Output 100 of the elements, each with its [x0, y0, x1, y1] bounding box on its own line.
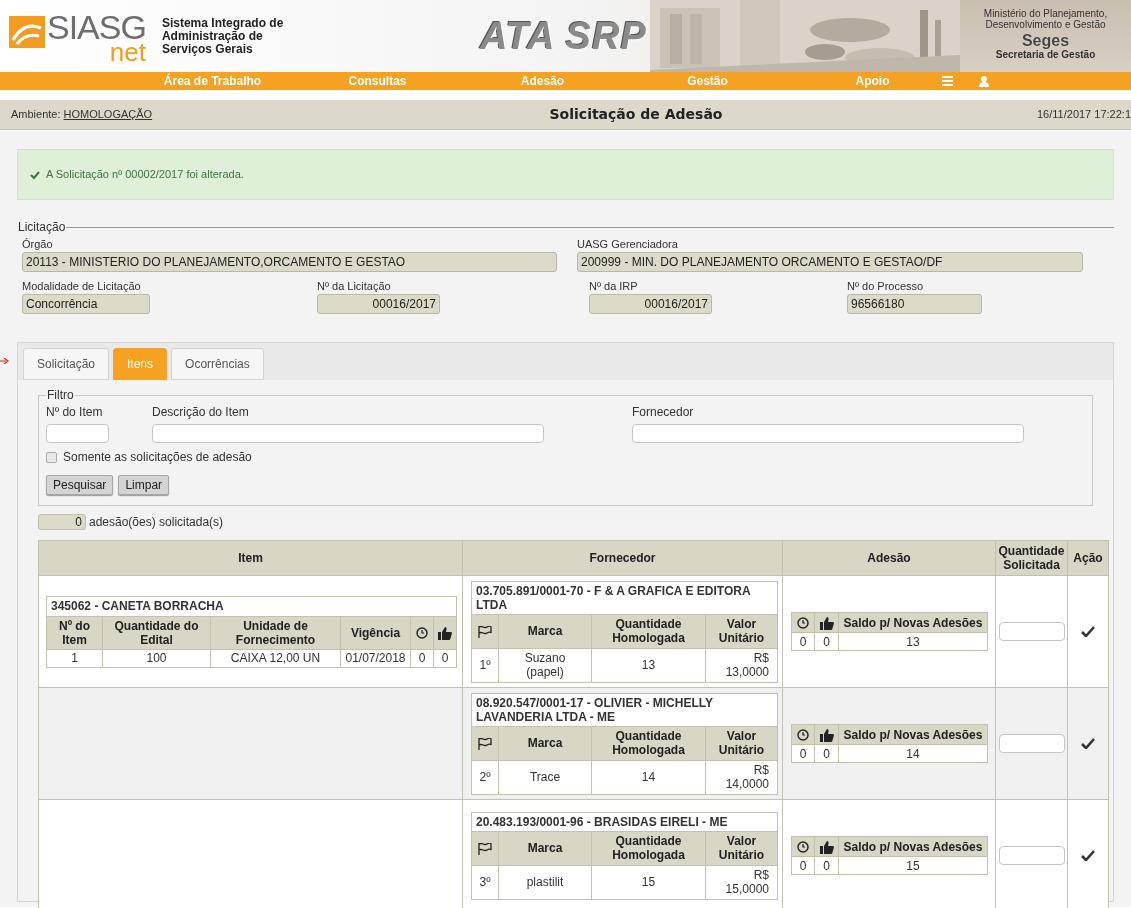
- user-icon[interactable]: [979, 75, 989, 87]
- column-header: Vigência: [340, 616, 411, 649]
- arrow-icon: [0, 358, 9, 364]
- column-header: Quantidade Solicitada: [995, 540, 1068, 576]
- tab[interactable]: Itens: [113, 348, 168, 380]
- column-header: Quantidade do Edital: [102, 616, 211, 649]
- column-header: Marca: [498, 831, 592, 865]
- table-cell: 100: [102, 649, 211, 667]
- system-name: Serviços Gerais: [161, 42, 254, 56]
- table-cell: 13: [591, 648, 706, 682]
- nav-link[interactable]: Apoio: [790, 72, 955, 90]
- quantity-field[interactable]: [999, 734, 1065, 753]
- field-label: Nº da Licitação: [317, 279, 392, 294]
- readonly-field: 00016/2017: [317, 294, 440, 314]
- check-icon: [30, 170, 40, 179]
- column-header: Valor Unitário: [705, 614, 778, 648]
- column-header: Fornecedor: [462, 540, 783, 576]
- filter-button[interactable]: Pesquisar: [46, 475, 114, 495]
- menu-icon[interactable]: [942, 76, 953, 86]
- ministry-name: Ministério do Planejamento,: [983, 8, 1108, 19]
- table-cell: R$ 13,0000: [705, 648, 778, 682]
- environment-link[interactable]: HOMOLOGAÇÃO: [63, 106, 153, 123]
- table-cell: 14: [591, 760, 706, 794]
- nav-link[interactable]: Adesão: [460, 72, 625, 90]
- column-header: Saldo p/ Novas Adesões: [838, 836, 988, 857]
- table-cell: 13: [838, 632, 988, 651]
- nav-link[interactable]: Gestão: [625, 72, 790, 90]
- thumbs-up-icon: [819, 616, 834, 630]
- app-title: ATA SRP: [480, 13, 647, 59]
- column-header: Nº do Item: [46, 616, 103, 649]
- column-header: Valor Unitário: [705, 726, 778, 760]
- supplier-name: 20.483.193/0001-96 - BRASIDAS EIRELI - ME: [471, 812, 778, 831]
- field-label: Modalidade de Licitação: [22, 279, 142, 294]
- datetime: 16/11/2017 17:22:1: [1036, 107, 1131, 123]
- field-label: Descrição do Item: [152, 404, 250, 420]
- column-header: Saldo p/ Novas Adesões: [838, 612, 988, 633]
- check-icon[interactable]: [1081, 738, 1095, 749]
- readonly-field: 20113 - MINISTERIO DO PLANEJAMENTO,ORCAMENTO E GESTAO: [22, 252, 557, 272]
- quantity-field[interactable]: [999, 622, 1065, 641]
- table-cell: 0: [814, 632, 839, 651]
- check-icon[interactable]: [1081, 626, 1095, 637]
- column-header: Valor Unitário: [705, 831, 778, 865]
- column-header: Quantidade Homologada: [591, 726, 706, 760]
- table-cell: 1: [46, 649, 103, 667]
- table-cell: 0: [410, 649, 434, 667]
- logo-text: SIASG: [47, 10, 146, 44]
- table-cell: 14: [838, 744, 988, 763]
- field-label: Fornecedor: [632, 404, 695, 420]
- table-cell: R$ 14,0000: [705, 760, 778, 794]
- input-field[interactable]: [46, 424, 109, 443]
- section-legend: Filtro: [46, 386, 75, 404]
- table-cell: Suzano (papel): [498, 648, 592, 682]
- readonly-field: 00016/2017: [589, 294, 712, 314]
- nav-link[interactable]: Área de Trabalho: [130, 72, 295, 90]
- table-cell: Trace: [498, 760, 592, 794]
- checkbox[interactable]: [46, 451, 57, 463]
- table-cell: 0: [791, 744, 815, 763]
- clock-icon: [416, 627, 428, 640]
- table-cell: 1º: [471, 648, 499, 682]
- thumbs-up-icon: [819, 728, 834, 742]
- check-icon[interactable]: [1081, 850, 1095, 861]
- table-cell: 0: [814, 856, 839, 875]
- ministry-name: Desenvolvimento e Gestão: [985, 19, 1106, 30]
- nav-link[interactable]: Consultas: [295, 72, 460, 90]
- supplier-name: 08.920.547/0001-17 - OLIVIER - MICHELLY LAVANDERIA LTDA - ME: [471, 693, 778, 726]
- supplier-name: 03.705.891/0001-70 - F & A GRAFICA E EDITORA LTDA: [471, 581, 778, 614]
- item-title: 345062 - CANETA BORRACHA: [46, 596, 457, 616]
- org-name: Seges: [1021, 32, 1070, 49]
- table-cell: 0: [814, 744, 839, 763]
- clock-icon: [797, 617, 809, 630]
- field-label: Nº do Processo: [847, 279, 925, 294]
- column-header: Item: [38, 540, 463, 576]
- org-subtitle: Secretaria de Gestão: [995, 49, 1096, 60]
- system-name: Administração de: [161, 29, 263, 43]
- table-cell: R$ 15,0000: [705, 865, 778, 899]
- table-cell: plastilit: [498, 865, 592, 899]
- quantity-field[interactable]: [999, 846, 1065, 865]
- tab[interactable]: Ocorrências: [171, 348, 264, 380]
- clock-icon: [797, 841, 809, 854]
- table-cell: 15: [838, 856, 988, 875]
- count-label: adesão(ões) solicitada(s): [89, 514, 224, 531]
- readonly-field: Concorrência: [22, 294, 150, 314]
- system-name: Sistema Integrado de: [161, 16, 284, 30]
- alert-message: A Solicitação nº 00002/2017 foi alterada.: [46, 167, 244, 183]
- readonly-field: 96566180: [847, 294, 982, 314]
- filter-button[interactable]: Limpar: [118, 475, 170, 495]
- thumbs-up-icon: [438, 626, 452, 640]
- input-field[interactable]: [152, 424, 544, 443]
- field-label: Nº da IRP: [589, 279, 639, 294]
- table-cell: 3º: [471, 865, 499, 899]
- field-label: Nº do Item: [46, 404, 104, 420]
- table-cell: 2º: [471, 760, 499, 794]
- readonly-field: 200999 - MIN. DO PLANEJAMENTO ORCAMENTO E GESTAO/DF: [577, 252, 1083, 272]
- input-field[interactable]: [632, 424, 1024, 443]
- environment-label: Ambiente:: [11, 107, 61, 123]
- table-cell: 01/07/2018: [340, 649, 411, 667]
- tab[interactable]: Solicitação: [23, 348, 110, 380]
- column-header: Quantidade Homologada: [591, 614, 706, 648]
- flag-icon: [478, 625, 492, 638]
- field-label: UASG Gerenciadora: [577, 237, 679, 252]
